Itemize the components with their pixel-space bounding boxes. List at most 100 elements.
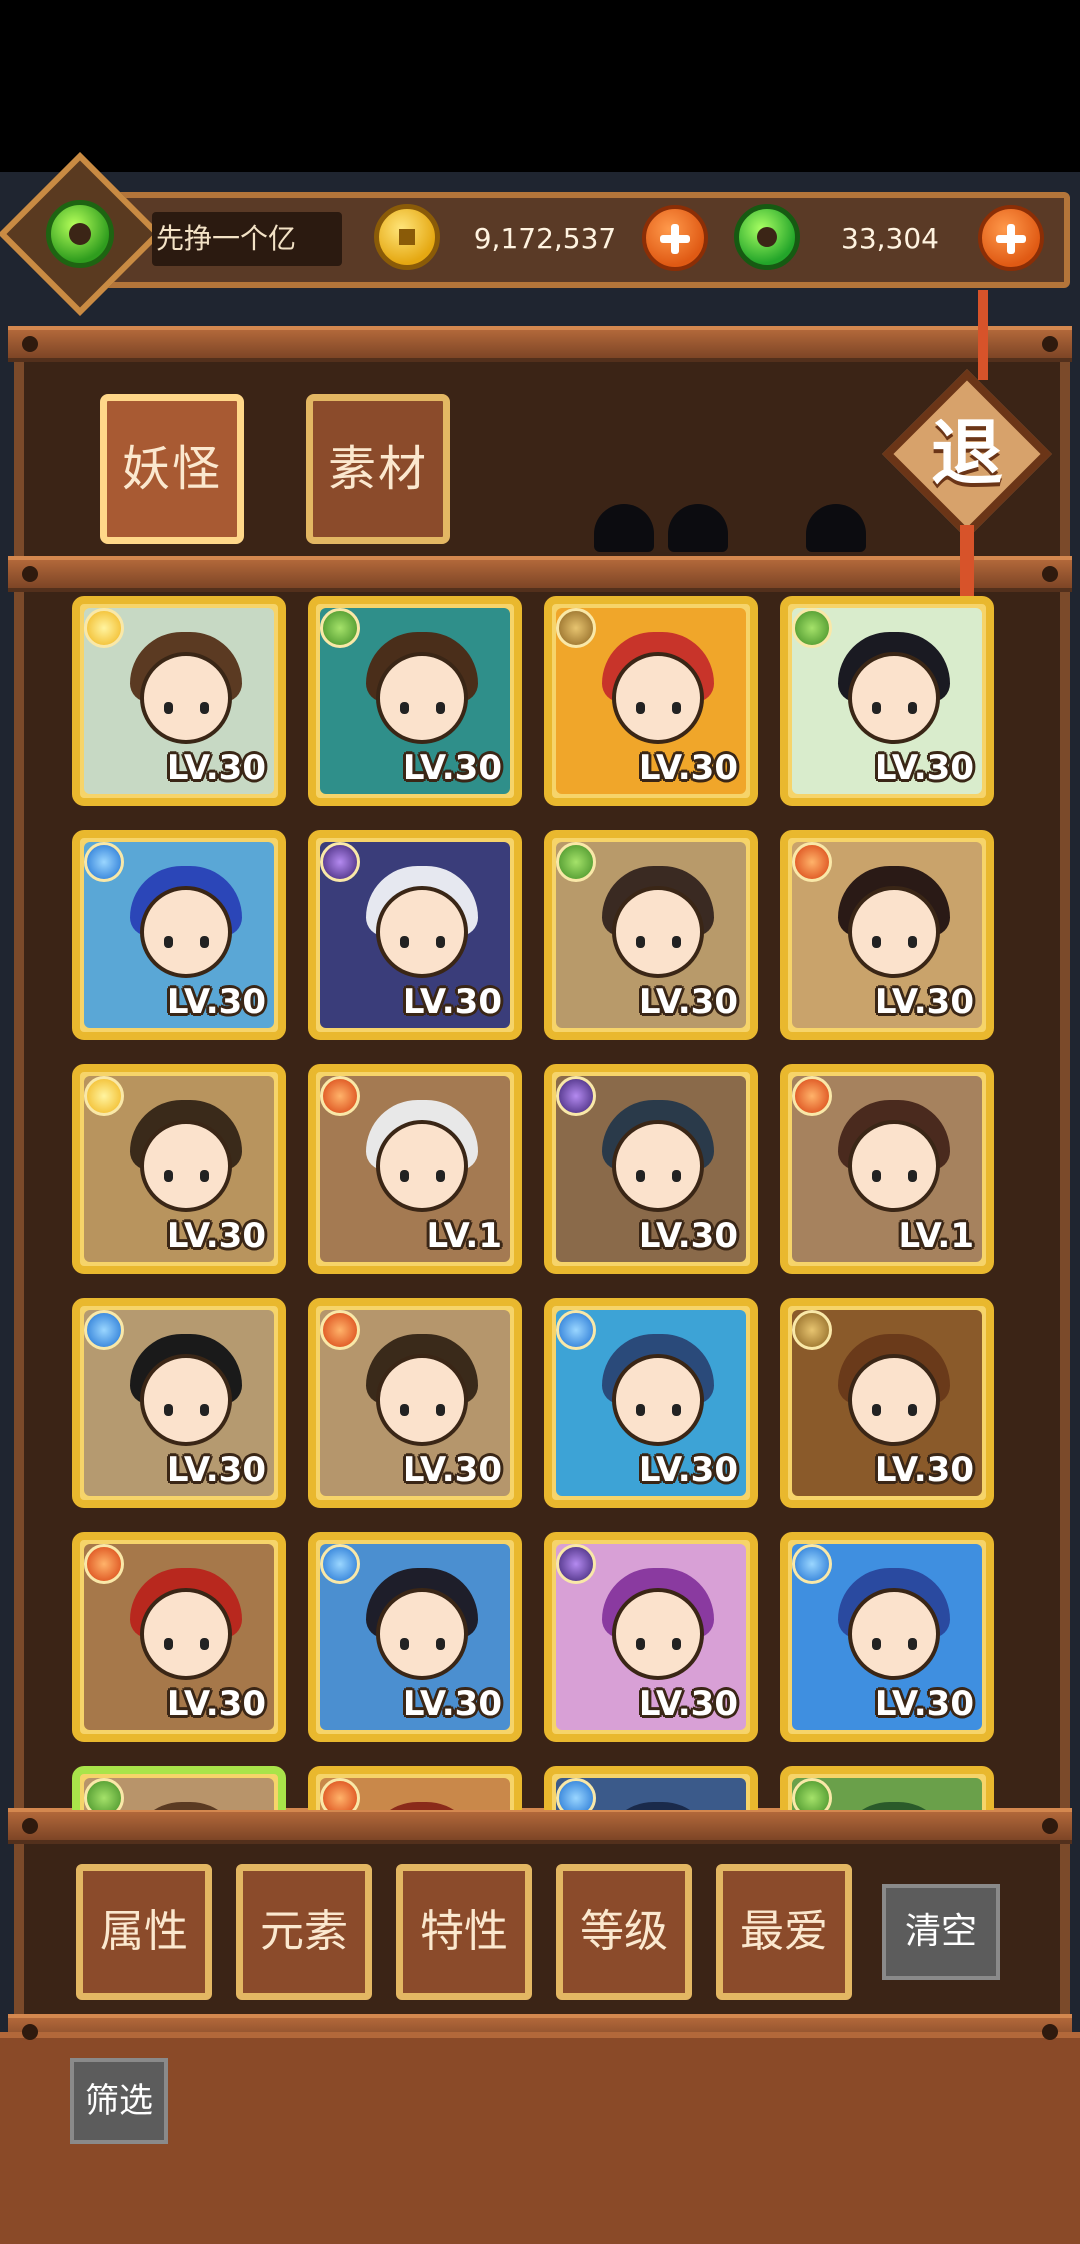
water-element-icon xyxy=(320,1544,360,1584)
filter-element-button[interactable]: 元素 xyxy=(236,1864,372,2000)
monster-eye xyxy=(872,1170,881,1182)
tab-monster[interactable]: 妖怪 xyxy=(100,394,244,544)
tab-material[interactable]: 素材 xyxy=(306,394,450,544)
monster-face xyxy=(140,652,232,744)
shelf-beam-lower xyxy=(8,1808,1072,1844)
monster-face xyxy=(848,1120,940,1212)
filter-favorite-button[interactable]: 最爱 xyxy=(716,1864,852,2000)
monster-level: LV.30 xyxy=(402,1684,502,1724)
monster-eye xyxy=(200,1404,209,1416)
monster-card[interactable] xyxy=(544,1766,758,1810)
monster-face xyxy=(140,1354,232,1446)
monster-card[interactable]: LV.30 xyxy=(72,1064,286,1274)
filter-attribute-button[interactable]: 属性 xyxy=(76,1864,212,2000)
monster-level: LV.30 xyxy=(402,982,502,1022)
monster-card[interactable]: LV.30 xyxy=(780,596,994,806)
monster-eye xyxy=(436,1404,445,1416)
monster-face xyxy=(612,1120,704,1212)
exit-label[interactable]: 退 xyxy=(904,408,1030,498)
monster-level: LV.30 xyxy=(166,1450,266,1490)
clear-button[interactable]: 清空 xyxy=(882,1884,1000,1980)
wood-element-icon xyxy=(320,608,360,648)
monster-card[interactable]: LV.30 xyxy=(308,596,522,806)
monster-eye xyxy=(872,702,881,714)
monster-card[interactable]: LV.30 xyxy=(308,1532,522,1742)
monster-eye xyxy=(436,702,445,714)
monster-card[interactable]: LV.30 xyxy=(780,1532,994,1742)
monster-eye xyxy=(672,1638,681,1650)
monster-card[interactable]: LV.30 xyxy=(780,830,994,1040)
monster-eye xyxy=(200,1638,209,1650)
fire-element-icon xyxy=(320,1076,360,1116)
fire-element-icon xyxy=(320,1310,360,1350)
monster-face xyxy=(612,1588,704,1680)
avatar-jade-icon[interactable] xyxy=(46,200,114,268)
monster-card[interactable]: LV.30 xyxy=(72,830,286,1040)
water-element-icon xyxy=(84,842,124,882)
filter-screen-button[interactable]: 筛选 xyxy=(70,2058,168,2144)
monster-card[interactable]: LV.30 xyxy=(544,596,758,806)
monster-card[interactable]: LV.30 xyxy=(780,1298,994,1508)
monster-level: LV.30 xyxy=(166,982,266,1022)
monster-eye xyxy=(400,1170,409,1182)
monster-eye xyxy=(164,702,173,714)
monster-eye xyxy=(872,1404,881,1416)
wood-element-icon xyxy=(556,842,596,882)
monster-card[interactable]: LV.30 xyxy=(72,1532,286,1742)
monster-level: LV.30 xyxy=(638,1684,738,1724)
monster-level: LV.1 xyxy=(898,1216,975,1256)
monster-eye xyxy=(908,936,917,948)
monster-eye xyxy=(436,936,445,948)
monster-card[interactable]: LV.30 xyxy=(308,830,522,1040)
monster-card[interactable] xyxy=(780,1766,994,1810)
add-jade-button[interactable] xyxy=(978,205,1044,271)
monster-face xyxy=(376,1354,468,1446)
monster-eye xyxy=(400,702,409,714)
light-element-icon xyxy=(84,1076,124,1116)
monster-eye xyxy=(636,1638,645,1650)
monster-eye xyxy=(400,936,409,948)
monster-eye xyxy=(200,936,209,948)
monster-face xyxy=(376,886,468,978)
monster-level: LV.1 xyxy=(426,1216,503,1256)
monster-card[interactable]: LV.1 xyxy=(308,1064,522,1274)
monster-card[interactable] xyxy=(308,1766,522,1810)
monster-level: LV.30 xyxy=(166,1216,266,1256)
earth-element-icon xyxy=(792,1310,832,1350)
monster-level: LV.30 xyxy=(638,1450,738,1490)
monster-card[interactable]: LV.1 xyxy=(780,1064,994,1274)
monster-level: LV.30 xyxy=(874,982,974,1022)
fire-element-icon xyxy=(84,1544,124,1584)
add-gold-button[interactable] xyxy=(642,205,708,271)
monster-level: LV.30 xyxy=(402,1450,502,1490)
jade-coin-icon xyxy=(734,204,800,270)
monster-level: LV.30 xyxy=(638,748,738,788)
dark-element-icon xyxy=(556,1544,596,1584)
monster-card[interactable]: LV.30 xyxy=(72,1298,286,1508)
monster-eye xyxy=(908,1638,917,1650)
monster-card[interactable]: LV.30 xyxy=(544,1064,758,1274)
fire-element-icon xyxy=(792,1076,832,1116)
monster-card[interactable]: LV.30 xyxy=(544,830,758,1040)
monster-eye xyxy=(672,936,681,948)
monster-card[interactable]: LV.30 xyxy=(72,596,286,806)
monster-card[interactable]: LV.30 xyxy=(544,1298,758,1508)
water-element-icon xyxy=(556,1778,596,1810)
bolt-icon xyxy=(22,1818,38,1834)
filter-trait-button[interactable]: 特性 xyxy=(396,1864,532,2000)
water-element-icon xyxy=(556,1310,596,1350)
monster-card[interactable] xyxy=(72,1766,286,1810)
filter-level-button[interactable]: 等级 xyxy=(556,1864,692,2000)
gold-amount: 9,172,537 xyxy=(473,222,617,255)
wood-element-icon xyxy=(84,1778,124,1810)
monster-level: LV.30 xyxy=(874,1684,974,1724)
monster-card[interactable]: LV.30 xyxy=(544,1532,758,1742)
earth-element-icon xyxy=(556,608,596,648)
fire-element-icon xyxy=(320,1778,360,1810)
wood-element-icon xyxy=(792,608,832,648)
monster-level: LV.30 xyxy=(402,748,502,788)
monster-eye xyxy=(872,936,881,948)
monster-card[interactable]: LV.30 xyxy=(308,1298,522,1508)
monster-eye xyxy=(672,1404,681,1416)
monster-level: LV.30 xyxy=(874,1450,974,1490)
